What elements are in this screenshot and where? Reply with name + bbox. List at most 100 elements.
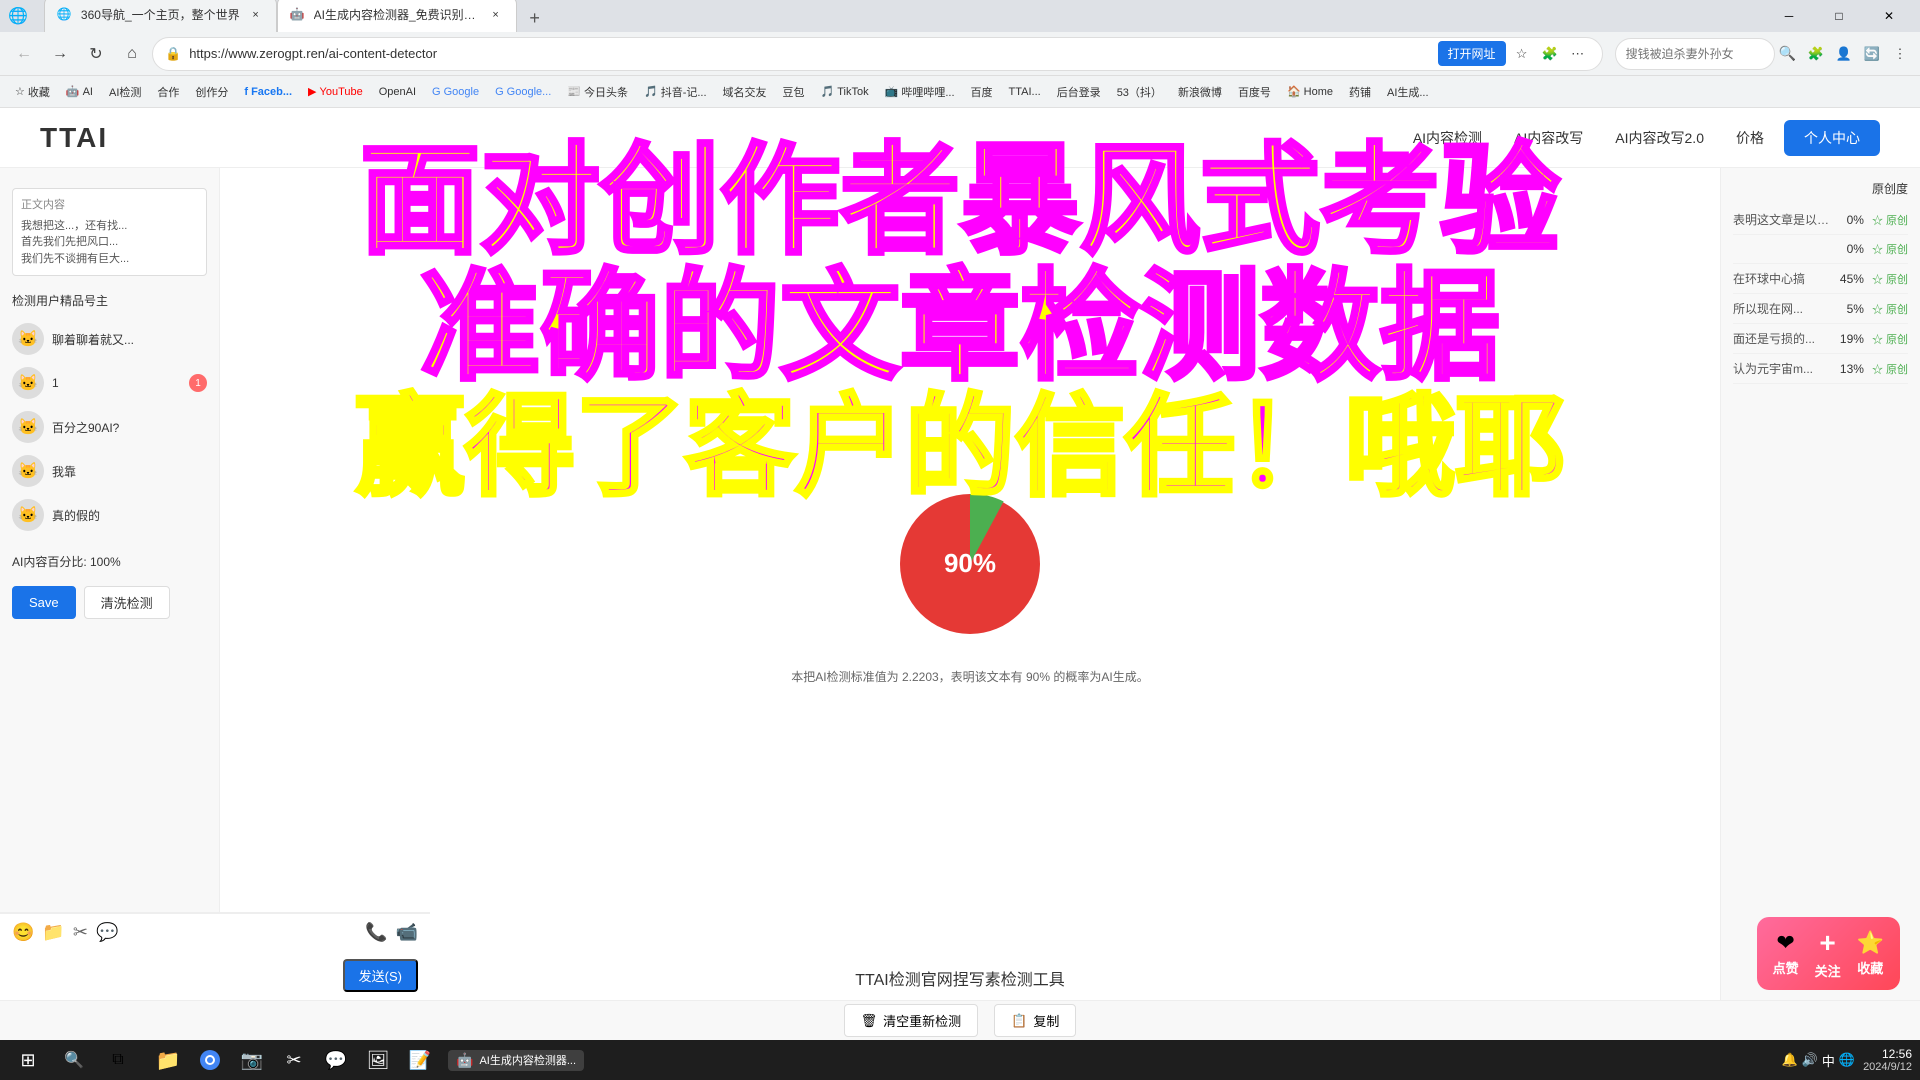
tray-language[interactable]: 中 xyxy=(1822,1051,1835,1070)
home-button[interactable]: ⌂ xyxy=(116,38,148,70)
tab-1[interactable]: 🌐 360导航_一个主页，整个世界 × xyxy=(44,0,277,32)
user-item-2[interactable]: 🐱 1 1 xyxy=(12,361,207,405)
bookmark-google[interactable]: GGoogle xyxy=(425,83,486,101)
profile-icon[interactable]: 👤 xyxy=(1832,42,1856,66)
search-input[interactable] xyxy=(1615,38,1775,70)
bookmark-creation[interactable]: 创作分 xyxy=(188,81,235,103)
bookmark-tiktok[interactable]: 🎵TikTok xyxy=(814,82,876,101)
taskbar-chrome[interactable] xyxy=(190,1040,230,1080)
open-url-button[interactable]: 打开网址 xyxy=(1438,41,1506,66)
tray-network[interactable]: 🌐 xyxy=(1839,1052,1855,1068)
bookmark-openai[interactable]: OpenAI xyxy=(372,83,423,101)
new-tab-button[interactable]: + xyxy=(521,4,549,32)
user-avatar-4: 🐱 xyxy=(12,455,44,487)
address-bar[interactable]: 🔒 https://www.zerogpt.ren/ai-content-det… xyxy=(152,37,1603,71)
bookmark-home[interactable]: 🏠Home xyxy=(1280,82,1340,101)
result-row-4: 所以现在网... 5% ☆ 原创 xyxy=(1733,294,1908,324)
tray-notification[interactable]: 🔔 xyxy=(1781,1052,1797,1068)
bookmark-baiduhao[interactable]: 百度号 xyxy=(1231,81,1278,103)
result-text-3: 在环球中心搞 xyxy=(1733,270,1832,287)
taskbar-explorer[interactable]: 📁 xyxy=(148,1040,188,1080)
bookmark-google2[interactable]: GGoogle... xyxy=(488,83,558,101)
bookmark-weibo[interactable]: 新浪微博 xyxy=(1171,81,1229,103)
minimize-button[interactable]: ─ xyxy=(1766,0,1812,32)
phone-icon[interactable]: 📞 xyxy=(365,922,387,943)
comment-icon[interactable]: 💬 xyxy=(96,922,118,943)
bookmark-ttai[interactable]: TTAI... xyxy=(1002,83,1048,101)
bookmark-icon[interactable]: ☆ xyxy=(1510,42,1534,66)
bookmark-cooperation[interactable]: 合作 xyxy=(150,81,186,103)
tab-2[interactable]: 🤖 AI生成内容检测器_免费识别AI... × xyxy=(277,0,517,32)
user-item-3[interactable]: 🐱 百分之90AI? xyxy=(12,405,207,449)
close-button[interactable]: ✕ xyxy=(1866,0,1912,32)
refresh-button[interactable]: ↻ xyxy=(80,38,112,70)
copy-button[interactable]: 📋 复制 xyxy=(994,1004,1076,1037)
taskbar-captura[interactable]: 📷 xyxy=(232,1040,272,1080)
bookmark-doubao[interactable]: 豆包 xyxy=(776,81,812,103)
bookmark-favorites[interactable]: ☆收藏 xyxy=(8,81,57,103)
bookmark-domain[interactable]: 域名交友 xyxy=(716,81,774,103)
search-icon[interactable]: 🔍 xyxy=(1779,45,1796,62)
follow-icon: + xyxy=(1819,927,1835,959)
forward-button[interactable]: → xyxy=(44,38,76,70)
sync-icon[interactable]: 🔄 xyxy=(1860,42,1884,66)
bookmark-douyin53[interactable]: 53（抖） xyxy=(1110,81,1169,103)
site-header: TTAI AI内容检测 AI内容改写 AI内容改写2.0 价格 个人中心 xyxy=(0,108,1920,168)
nav-price[interactable]: 价格 xyxy=(1736,128,1764,148)
like-icon: ❤ xyxy=(1776,930,1794,956)
bookmark-bilibili[interactable]: 📺哔哩哔哩... xyxy=(878,81,962,103)
ai-percent-label: AI内容百分比: 100% xyxy=(12,553,207,570)
bookmark-toutiao[interactable]: 📰今日头条 xyxy=(560,81,635,103)
user-item-1[interactable]: 🐱 聊着聊着就又... xyxy=(12,317,207,361)
extensions-icon[interactable]: 🧩 xyxy=(1804,42,1828,66)
more-options-icon[interactable]: ⋯ xyxy=(1566,42,1590,66)
left-sidebar: 正文内容 我想把这...，还有找... 首先我们先把风口... 我们先不谈拥有巨… xyxy=(0,168,220,1000)
bookmark-backend[interactable]: 后台登录 xyxy=(1050,81,1108,103)
clear-redetect-button[interactable]: 🗑 清空重新检测 xyxy=(844,1004,979,1037)
bookmark-ai-detect[interactable]: AI检测 xyxy=(102,81,148,103)
nav-ai-detect[interactable]: AI内容检测 xyxy=(1413,128,1482,148)
extension-icon[interactable]: 🧩 xyxy=(1538,42,1562,66)
bookmark-ai[interactable]: 🤖AI xyxy=(59,82,100,101)
send-button[interactable]: 发送(S) xyxy=(343,959,418,992)
menu-icon[interactable]: ⋮ xyxy=(1888,42,1912,66)
bookmark-douyin[interactable]: 🎵抖音-记... xyxy=(637,81,714,103)
like-button[interactable]: ❤ 点赞 xyxy=(1773,930,1799,977)
emoji-icon[interactable]: 😊 xyxy=(12,922,34,943)
tab-2-close[interactable]: × xyxy=(488,7,504,23)
video-icon[interactable]: 📹 xyxy=(396,922,418,943)
restore-button[interactable]: □ xyxy=(1816,0,1862,32)
bookmark-facebook[interactable]: fFaceb... xyxy=(237,83,299,101)
back-button[interactable]: ← xyxy=(8,38,40,70)
taskbar-search-button[interactable]: 🔍 xyxy=(56,1042,92,1078)
user-item-4[interactable]: 🐱 我靠 xyxy=(12,449,207,493)
tab-1-close[interactable]: × xyxy=(248,7,264,23)
save-button[interactable]: Save xyxy=(12,586,76,619)
result-row-2: 0% ☆ 原创 xyxy=(1733,235,1908,264)
collect-button[interactable]: ⭐ 收藏 xyxy=(1857,930,1884,977)
taskbar-time[interactable]: 12:56 2024/9/12 xyxy=(1863,1047,1912,1073)
nav-ai-rewrite2[interactable]: AI内容改写2.0 xyxy=(1615,128,1704,148)
bookmark-ai-gen[interactable]: AI生成... xyxy=(1380,81,1436,103)
bookmark-youtube[interactable]: ▶YouTube xyxy=(301,82,370,101)
bookmark-baidu[interactable]: 百度 xyxy=(964,81,1000,103)
taskbar-photos[interactable]: 🖼 xyxy=(358,1040,398,1080)
user-item-5[interactable]: 🐱 真的假的 xyxy=(12,493,207,537)
taskbar-wechat[interactable]: 💬 xyxy=(316,1040,356,1080)
cut-icon[interactable]: ✂ xyxy=(73,922,88,943)
result-pct-6: 13% xyxy=(1840,362,1864,376)
bookmark-pharmacy[interactable]: 药铺 xyxy=(1342,81,1378,103)
clear-detect-button[interactable]: 清洗检测 xyxy=(84,586,170,619)
ai-percent-section: AI内容百分比: 100% xyxy=(0,545,219,578)
result-pct-2: 0% xyxy=(1847,242,1864,256)
folder-icon[interactable]: 📁 xyxy=(42,922,64,943)
follow-button[interactable]: + 关注 xyxy=(1815,927,1841,980)
tray-volume[interactable]: 🔊 xyxy=(1802,1052,1818,1068)
task-view-button[interactable]: ⧉ xyxy=(100,1042,136,1078)
active-app-item[interactable]: 🤖 AI生成内容检测器... xyxy=(448,1050,584,1071)
taskbar-notes[interactable]: 📝 xyxy=(400,1040,440,1080)
start-button[interactable]: ⊞ xyxy=(8,1040,48,1080)
taskbar-editor[interactable]: ✂ xyxy=(274,1040,314,1080)
nav-ai-rewrite[interactable]: AI内容改写 xyxy=(1514,128,1583,148)
personal-center-button[interactable]: 个人中心 xyxy=(1784,120,1880,156)
